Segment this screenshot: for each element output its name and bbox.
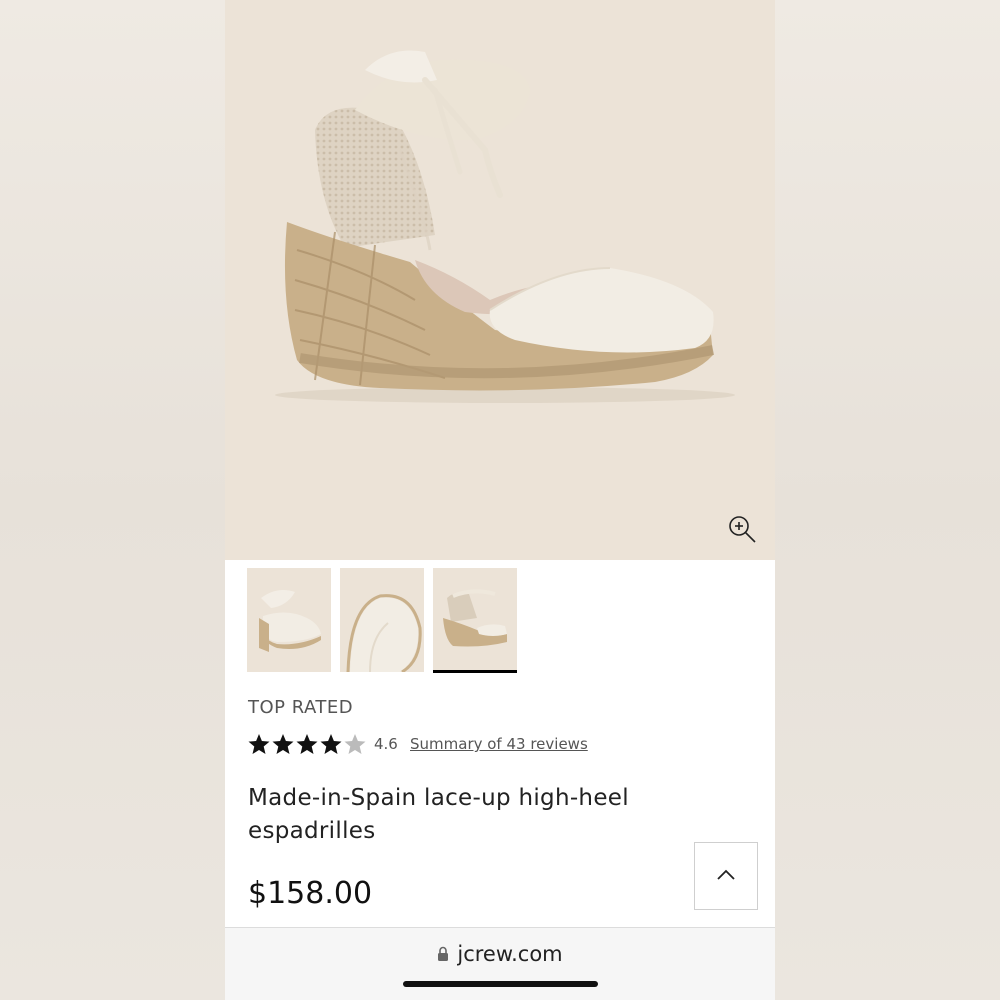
zoom-button[interactable] <box>725 512 761 548</box>
background-right <box>775 0 1000 1000</box>
phone-screen: TOP RATED 4.6 Summary of 43 reviews Made… <box>225 0 775 1000</box>
thumbnail-toe-detail-image <box>340 568 424 672</box>
thumbnail-strip <box>247 568 547 676</box>
star-icon <box>248 734 270 754</box>
rating-value: 4.6 <box>374 735 398 753</box>
star-rating <box>248 734 366 754</box>
active-thumbnail-indicator <box>433 670 517 673</box>
browser-address-bar: jcrew.com <box>225 927 775 1000</box>
star-icon <box>320 734 342 754</box>
thumbnail-heel-view-image <box>433 568 517 672</box>
background-left <box>0 0 225 1000</box>
reviews-summary-link[interactable]: Summary of 43 reviews <box>410 735 588 753</box>
top-rated-badge: TOP RATED <box>248 697 354 718</box>
thumbnail-1[interactable] <box>247 568 331 672</box>
product-hero-image[interactable] <box>225 0 775 560</box>
product-title: Made-in-Spain lace-up high-heel espadril… <box>248 785 629 844</box>
thumbnail-side-view-image <box>247 568 331 672</box>
thumbnail-2[interactable] <box>340 568 424 672</box>
product-price: $158.00 <box>248 876 373 911</box>
star-icon <box>296 734 318 754</box>
back-to-top-button[interactable] <box>694 842 758 910</box>
star-empty-icon <box>344 734 366 754</box>
url-container[interactable]: jcrew.com <box>225 942 775 966</box>
home-indicator[interactable] <box>403 981 598 987</box>
zoom-in-icon <box>729 516 756 543</box>
url-text[interactable]: jcrew.com <box>457 942 562 966</box>
rating-row: 4.6 Summary of 43 reviews <box>248 733 648 757</box>
chevron-up-icon <box>717 869 735 880</box>
lock-icon <box>438 946 449 961</box>
thumbnail-3[interactable] <box>433 568 517 672</box>
espadrille-illustration <box>275 50 735 403</box>
star-icon <box>272 734 294 754</box>
